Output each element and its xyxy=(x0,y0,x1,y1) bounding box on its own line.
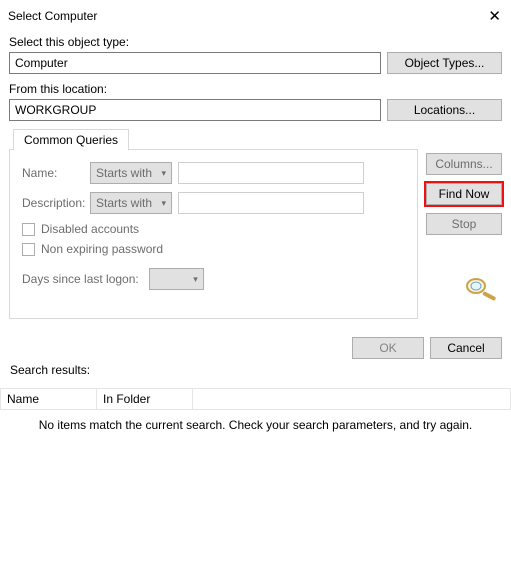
column-header-spacer xyxy=(193,389,511,410)
non-expiring-checkbox[interactable] xyxy=(22,243,35,256)
right-button-column: Columns... Find Now Stop xyxy=(426,129,502,306)
description-match-value: Starts with xyxy=(96,196,152,210)
days-since-combo[interactable]: ▾ xyxy=(149,268,204,290)
ok-button[interactable]: OK xyxy=(352,337,424,359)
titlebar: Select Computer ✕ xyxy=(0,0,511,31)
disabled-accounts-checkbox[interactable] xyxy=(22,223,35,236)
column-header-name[interactable]: Name xyxy=(1,389,97,410)
dialog-content: Select this object type: Computer Object… xyxy=(0,31,511,388)
locations-button[interactable]: Locations... xyxy=(387,99,502,121)
disabled-accounts-label: Disabled accounts xyxy=(41,222,139,236)
days-since-label: Days since last logon: xyxy=(22,272,139,286)
name-match-value: Starts with xyxy=(96,166,152,180)
name-input[interactable] xyxy=(178,162,364,184)
dialog-title: Select Computer xyxy=(8,9,97,23)
close-icon[interactable]: ✕ xyxy=(488,7,501,25)
column-header-in-folder[interactable]: In Folder xyxy=(97,389,193,410)
object-type-field[interactable]: Computer xyxy=(9,52,381,74)
chevron-down-icon: ▾ xyxy=(161,198,166,209)
select-computer-dialog: Select Computer ✕ Select this object typ… xyxy=(0,0,511,436)
description-input[interactable] xyxy=(178,192,364,214)
object-types-button[interactable]: Object Types... xyxy=(387,52,502,74)
from-location-label: From this location: xyxy=(9,82,502,96)
no-items-message: No items match the current search. Check… xyxy=(0,410,511,432)
object-type-label: Select this object type: xyxy=(9,35,502,49)
stop-button[interactable]: Stop xyxy=(426,213,502,235)
description-label: Description: xyxy=(22,196,84,210)
chevron-down-icon: ▾ xyxy=(161,168,166,179)
cancel-button[interactable]: Cancel xyxy=(430,337,502,359)
columns-button[interactable]: Columns... xyxy=(426,153,502,175)
chevron-down-icon: ▾ xyxy=(193,274,198,285)
non-expiring-label: Non expiring password xyxy=(41,242,163,256)
search-results-table: Name In Folder xyxy=(0,388,511,410)
tab-common-queries[interactable]: Common Queries xyxy=(13,129,129,151)
description-match-combo[interactable]: Starts with ▾ xyxy=(90,192,172,214)
search-results-label: Search results: xyxy=(9,363,502,377)
location-field[interactable]: WORKGROUP xyxy=(9,99,381,121)
find-now-button[interactable]: Find Now xyxy=(426,183,502,205)
name-label: Name: xyxy=(22,166,84,180)
common-queries-panel: Name: Starts with ▾ Description: Starts … xyxy=(9,149,418,319)
name-match-combo[interactable]: Starts with ▾ xyxy=(90,162,172,184)
search-icon xyxy=(462,275,502,306)
